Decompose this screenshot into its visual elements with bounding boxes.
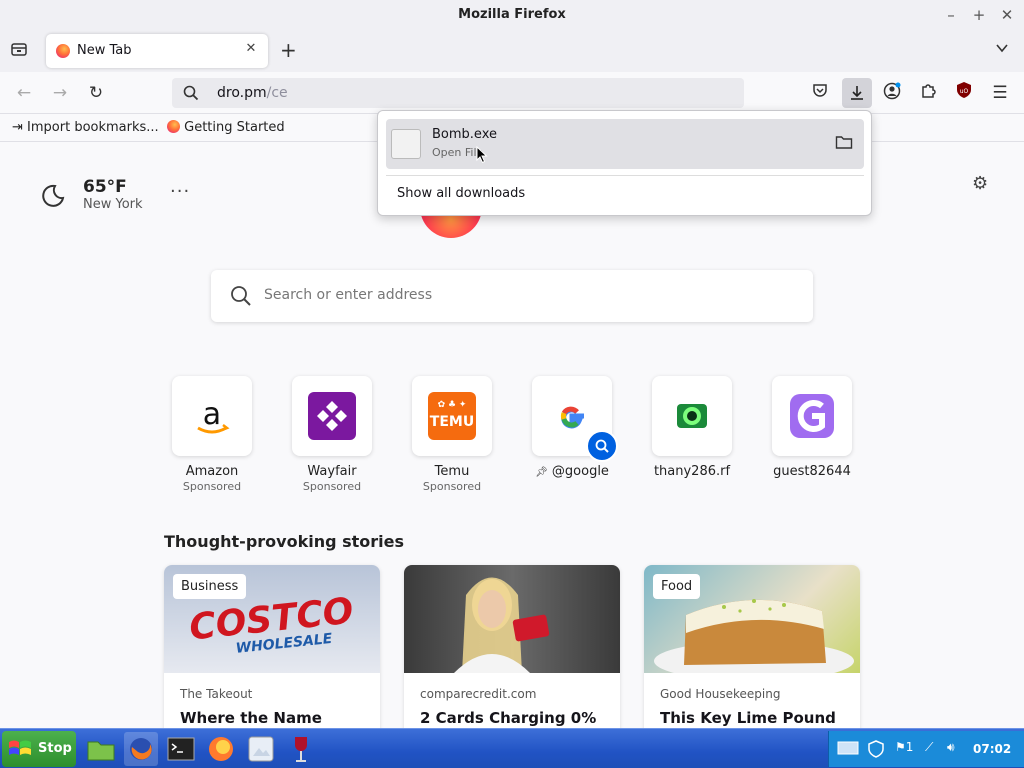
shortcut-wayfair[interactable]: Wayfair Sponsored bbox=[272, 376, 392, 496]
volume-icon[interactable]: 🔊︎ bbox=[947, 740, 955, 755]
search-shortcut-badge-icon bbox=[586, 430, 618, 462]
story-card[interactable]: COSTCO WHOLESALE Business The Takeout Wh… bbox=[164, 565, 380, 728]
ublock-icon[interactable]: uO bbox=[952, 81, 976, 105]
file-icon bbox=[391, 129, 421, 159]
close-tab-icon[interactable]: ✕ bbox=[242, 41, 260, 56]
search-box[interactable]: Search or enter address bbox=[211, 270, 813, 322]
story-image-person-card bbox=[404, 565, 620, 673]
reload-icon[interactable]: ↻ bbox=[84, 81, 108, 105]
forward-icon[interactable]: → bbox=[48, 81, 72, 105]
tab-manager-icon[interactable] bbox=[10, 40, 28, 62]
story-card[interactable]: Food Good Housekeeping This Key Lime Pou… bbox=[644, 565, 860, 728]
search-icon bbox=[229, 284, 253, 312]
story-source: The Takeout bbox=[180, 687, 253, 701]
amazon-icon: a bbox=[188, 392, 236, 440]
pin-icon: 📌︎ bbox=[535, 467, 548, 478]
list-all-tabs-icon[interactable] bbox=[994, 40, 1010, 60]
network-icon[interactable]: ⟋ bbox=[925, 740, 933, 755]
mouse-cursor-icon bbox=[476, 145, 488, 168]
shortcut-guest82644[interactable]: guest82644 bbox=[752, 376, 872, 496]
taskbar: Stop ⚑1 ⟋ 🔊︎ 07:02 bbox=[0, 728, 1024, 768]
weather-menu-icon[interactable]: ··· bbox=[170, 181, 190, 202]
system-tray: ⚑1 ⟋ 🔊︎ 07:02 bbox=[828, 731, 1024, 767]
url-bar[interactable]: dro.pm/ce bbox=[172, 78, 744, 108]
windows-flag-icon bbox=[7, 737, 33, 765]
story-card[interactable]: comparecredit.com 2 Cards Charging 0% bbox=[404, 565, 620, 728]
shortcut-temu[interactable]: ✿ ♣ ✦ TEMU Temu Sponsored bbox=[392, 376, 512, 496]
moon-icon bbox=[40, 183, 66, 213]
window-title: Mozilla Firefox bbox=[458, 7, 566, 22]
new-tab-page: 65°F New York ··· ⚙ Search or enter addr… bbox=[0, 143, 1024, 728]
guest82644-icon bbox=[788, 392, 836, 440]
shield-icon[interactable] bbox=[867, 740, 885, 761]
new-tab-icon[interactable]: + bbox=[280, 38, 297, 62]
bookmark-getting-started[interactable]: Getting Started bbox=[167, 120, 285, 135]
story-tag: Food bbox=[653, 574, 701, 599]
weather-city: New York bbox=[83, 197, 143, 212]
tab-new-tab[interactable]: New Tab ✕ bbox=[46, 34, 268, 68]
download-filename: Bomb.exe bbox=[432, 127, 497, 142]
close-window-icon[interactable]: ✕ bbox=[996, 5, 1018, 25]
temu-icon: ✿ ♣ ✦ TEMU bbox=[428, 392, 476, 440]
show-all-downloads-button[interactable]: Show all downloads bbox=[397, 186, 525, 201]
extensions-icon[interactable] bbox=[916, 81, 940, 105]
url-text: dro.pm/ce bbox=[217, 85, 288, 101]
start-button[interactable]: Stop bbox=[2, 731, 76, 767]
downloads-icon[interactable] bbox=[842, 78, 872, 108]
svg-text:a: a bbox=[203, 397, 221, 432]
downloads-panel: Bomb.exe Open File Show all downloads bbox=[377, 110, 872, 216]
clock: 07:02 bbox=[973, 742, 1012, 756]
firefox-taskbar-icon[interactable] bbox=[124, 732, 158, 766]
menu-icon[interactable]: ☰ bbox=[988, 81, 1012, 105]
start-label: Stop bbox=[38, 741, 72, 756]
story-tag: Business bbox=[173, 574, 247, 599]
story-title: This Key Lime Pound bbox=[660, 709, 836, 727]
shortcut-amazon[interactable]: a Amazon Sponsored bbox=[152, 376, 272, 496]
pocket-icon[interactable] bbox=[808, 81, 832, 105]
gear-icon[interactable]: ⚙ bbox=[972, 173, 988, 194]
weather-temp: 65°F bbox=[83, 177, 127, 197]
back-icon[interactable]: ← bbox=[12, 81, 36, 105]
firefox-app-icon[interactable] bbox=[204, 732, 238, 766]
search-placeholder: Search or enter address bbox=[264, 287, 433, 303]
firefox-icon bbox=[167, 120, 180, 133]
story-source: comparecredit.com bbox=[420, 687, 537, 701]
pin-label: 📌︎ @google bbox=[535, 464, 609, 479]
import-icon: ⇥ bbox=[12, 120, 23, 135]
story-source: Good Housekeeping bbox=[660, 687, 781, 701]
terminal-icon[interactable] bbox=[164, 732, 198, 766]
account-icon[interactable] bbox=[880, 81, 904, 105]
story-title: Where the Name bbox=[180, 709, 322, 727]
firefox-icon bbox=[56, 44, 70, 58]
search-icon bbox=[182, 84, 200, 106]
shortcut-thany286[interactable]: thany286.rf bbox=[632, 376, 752, 496]
wine-icon[interactable] bbox=[284, 732, 318, 766]
download-item[interactable]: Bomb.exe Open File bbox=[386, 119, 864, 169]
maximize-icon[interactable]: + bbox=[968, 5, 990, 25]
thany286-icon bbox=[668, 392, 716, 440]
bookmark-import[interactable]: ⇥ Import bookmarks... bbox=[12, 120, 159, 135]
navigation-bar: ← → ↻ dro.pm/ce uO ☰ bbox=[0, 72, 1024, 114]
tab-bar: New Tab ✕ + bbox=[0, 30, 1024, 72]
folder-icon[interactable] bbox=[835, 134, 853, 154]
divider bbox=[386, 175, 864, 176]
file-manager-icon[interactable] bbox=[84, 732, 118, 766]
updates-icon[interactable]: ⚑1 bbox=[895, 740, 913, 754]
story-title: 2 Cards Charging 0% bbox=[420, 709, 597, 727]
title-bar: Mozilla Firefox – + ✕ bbox=[0, 0, 1024, 30]
svg-text:uO: uO bbox=[960, 88, 969, 95]
stories-heading: Thought-provoking stories bbox=[164, 532, 405, 551]
tab-label: New Tab bbox=[77, 43, 132, 58]
shortcut-google[interactable]: 📌︎ @google bbox=[512, 376, 632, 496]
minimize-icon[interactable]: – bbox=[940, 5, 962, 25]
wayfair-icon bbox=[308, 392, 356, 440]
image-viewer-icon[interactable] bbox=[244, 732, 278, 766]
display-icon[interactable] bbox=[837, 740, 859, 759]
